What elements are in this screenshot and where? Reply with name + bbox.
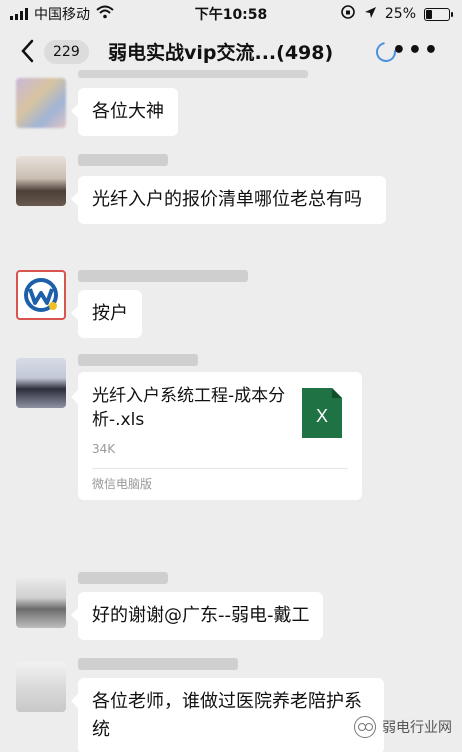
brand-logo-icon xyxy=(24,278,58,312)
message-bubble[interactable]: 好的谢谢@广东--弱电-戴工 xyxy=(70,592,324,640)
svg-text:X: X xyxy=(316,406,328,426)
sender-name-blurred xyxy=(78,354,198,366)
message-bubble[interactable]: 各位大神 xyxy=(71,88,178,136)
sender-name-blurred xyxy=(78,70,308,78)
file-name: 光纤入户系统工程-成本分析-.xls xyxy=(92,386,286,430)
status-right: 25% xyxy=(340,4,453,24)
chevron-left-icon[interactable] xyxy=(12,34,42,68)
message-bubble[interactable]: 各位老师，谁做过医院养老陪护系统 xyxy=(71,678,384,752)
message-bubble[interactable]: 光纤入户的报价清单哪位老总有吗 xyxy=(71,176,386,224)
sender-name-blurred xyxy=(78,572,168,584)
avatar[interactable] xyxy=(16,78,66,128)
wechat-official-account-icon xyxy=(354,716,376,738)
file-source: 微信电脑版 xyxy=(92,477,153,491)
avatar[interactable] xyxy=(16,578,66,628)
chat-header: 229 弱电实战vip交流...(498) ••• xyxy=(0,26,462,76)
battery-icon xyxy=(424,7,453,21)
avatar[interactable] xyxy=(16,270,66,320)
watermark: 弱电行业网 xyxy=(354,716,452,738)
divider xyxy=(92,468,348,469)
avatar[interactable] xyxy=(16,662,66,712)
watermark-text: 弱电行业网 xyxy=(382,720,452,736)
location-icon xyxy=(364,6,377,23)
avatar[interactable] xyxy=(16,358,66,408)
more-dots-icon[interactable]: ••• xyxy=(392,38,440,63)
battery-percent: 25% xyxy=(384,6,416,22)
sender-name-blurred xyxy=(78,658,238,670)
file-message-card[interactable]: 光纤入户系统工程-成本分析-.xls 34K X 微信电脑版 xyxy=(71,372,362,500)
sender-name-blurred xyxy=(78,154,168,166)
excel-file-icon: X xyxy=(302,388,342,438)
chat-title: 弱电实战vip交流...(498) xyxy=(108,42,334,64)
unread-count-badge[interactable]: 229 xyxy=(44,40,89,64)
sender-name-blurred xyxy=(78,270,248,282)
avatar[interactable] xyxy=(16,156,66,206)
status-bar: 中国移动 下午10:58 25% xyxy=(0,0,462,26)
orientation-lock-icon xyxy=(340,4,356,24)
file-size: 34K xyxy=(92,442,116,456)
message-bubble[interactable]: 按户 xyxy=(71,290,142,338)
